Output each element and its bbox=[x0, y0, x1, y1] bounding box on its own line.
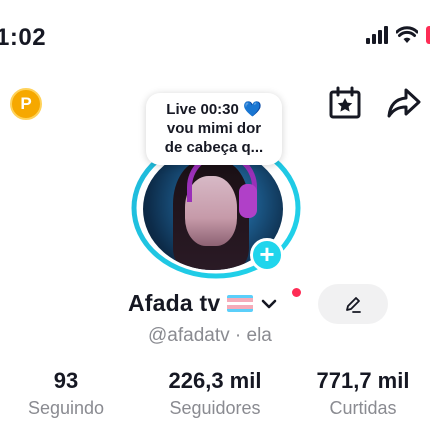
calendar-star-icon[interactable] bbox=[328, 86, 362, 120]
wifi-icon bbox=[396, 26, 418, 43]
stat-likes[interactable]: 771,7 mil Curtidas bbox=[302, 368, 424, 419]
transgender-flag-icon bbox=[227, 295, 254, 312]
edit-profile-button[interactable] bbox=[318, 284, 388, 324]
profile-handle: @afadatv · ela bbox=[148, 325, 272, 346]
coin-icon[interactable]: P bbox=[10, 88, 42, 120]
stat-followers[interactable]: 226,3 mil Seguidores bbox=[150, 368, 280, 419]
status-time: 1:02 bbox=[0, 24, 47, 51]
bubble-line-1: Live 00:30 💙 bbox=[154, 100, 274, 119]
profile-name: Afada tv bbox=[128, 290, 221, 316]
chevron-down-icon[interactable] bbox=[259, 294, 279, 314]
notification-dot bbox=[292, 288, 301, 297]
stat-value: 93 bbox=[53, 368, 79, 393]
stat-label: Seguindo bbox=[27, 398, 105, 418]
bubble-live-text: Live 00:30 bbox=[166, 101, 239, 118]
live-status-bubble[interactable]: Live 00:30 💙 vou mimi dor de cabeça q... bbox=[146, 93, 282, 165]
add-follow-button[interactable]: + bbox=[250, 238, 284, 272]
share-icon[interactable] bbox=[386, 86, 422, 120]
signal-icon bbox=[366, 26, 388, 44]
stat-label: Curtidas bbox=[329, 398, 397, 418]
stat-value: 226,3 mil bbox=[168, 368, 262, 393]
pencil-icon bbox=[346, 297, 361, 313]
bubble-line-3: de cabeça q... bbox=[164, 139, 264, 156]
avatar-headphone bbox=[239, 184, 257, 218]
stat-following[interactable]: 93 Seguindo bbox=[18, 368, 114, 419]
stat-value: 771,7 mil bbox=[316, 368, 410, 393]
stat-label: Seguidores bbox=[169, 398, 261, 418]
profile-name-row: Afada tv bbox=[128, 290, 279, 317]
status-icons bbox=[366, 26, 430, 44]
battery-icon bbox=[426, 26, 430, 44]
bubble-line-2: vou mimi dor bbox=[166, 120, 262, 137]
blue-heart-emoji: 💙 bbox=[243, 101, 262, 118]
